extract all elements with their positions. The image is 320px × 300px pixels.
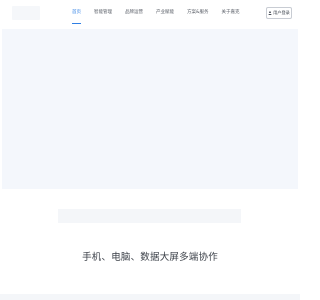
footer-strip	[0, 294, 300, 300]
hero-banner	[2, 29, 298, 189]
section-title: 手机、电脑、数据大屏多端协作	[82, 252, 218, 263]
nav-item-smart-management[interactable]: 智能管理	[94, 0, 112, 26]
top-navbar: 首页 智能管理 品牌运营 产业赋能 方案&服务 关于嘉克 用户登录	[0, 0, 300, 26]
user-login-button[interactable]: 用户登录	[266, 7, 292, 19]
user-login-label: 用户登录	[273, 10, 290, 15]
nav-item-brand-operation[interactable]: 品牌运营	[125, 0, 143, 26]
nav-item-industry-empowerment[interactable]: 产业赋能	[156, 0, 174, 26]
user-icon	[268, 11, 272, 15]
nav-item-solutions-services[interactable]: 方案&服务	[187, 0, 209, 26]
nav-item-home[interactable]: 首页	[72, 0, 81, 26]
main-nav: 首页 智能管理 品牌运营 产业赋能 方案&服务 关于嘉克	[72, 0, 253, 26]
nav-item-about[interactable]: 关于嘉克	[222, 0, 240, 26]
logo[interactable]	[12, 6, 40, 20]
placeholder-bar	[58, 209, 241, 223]
